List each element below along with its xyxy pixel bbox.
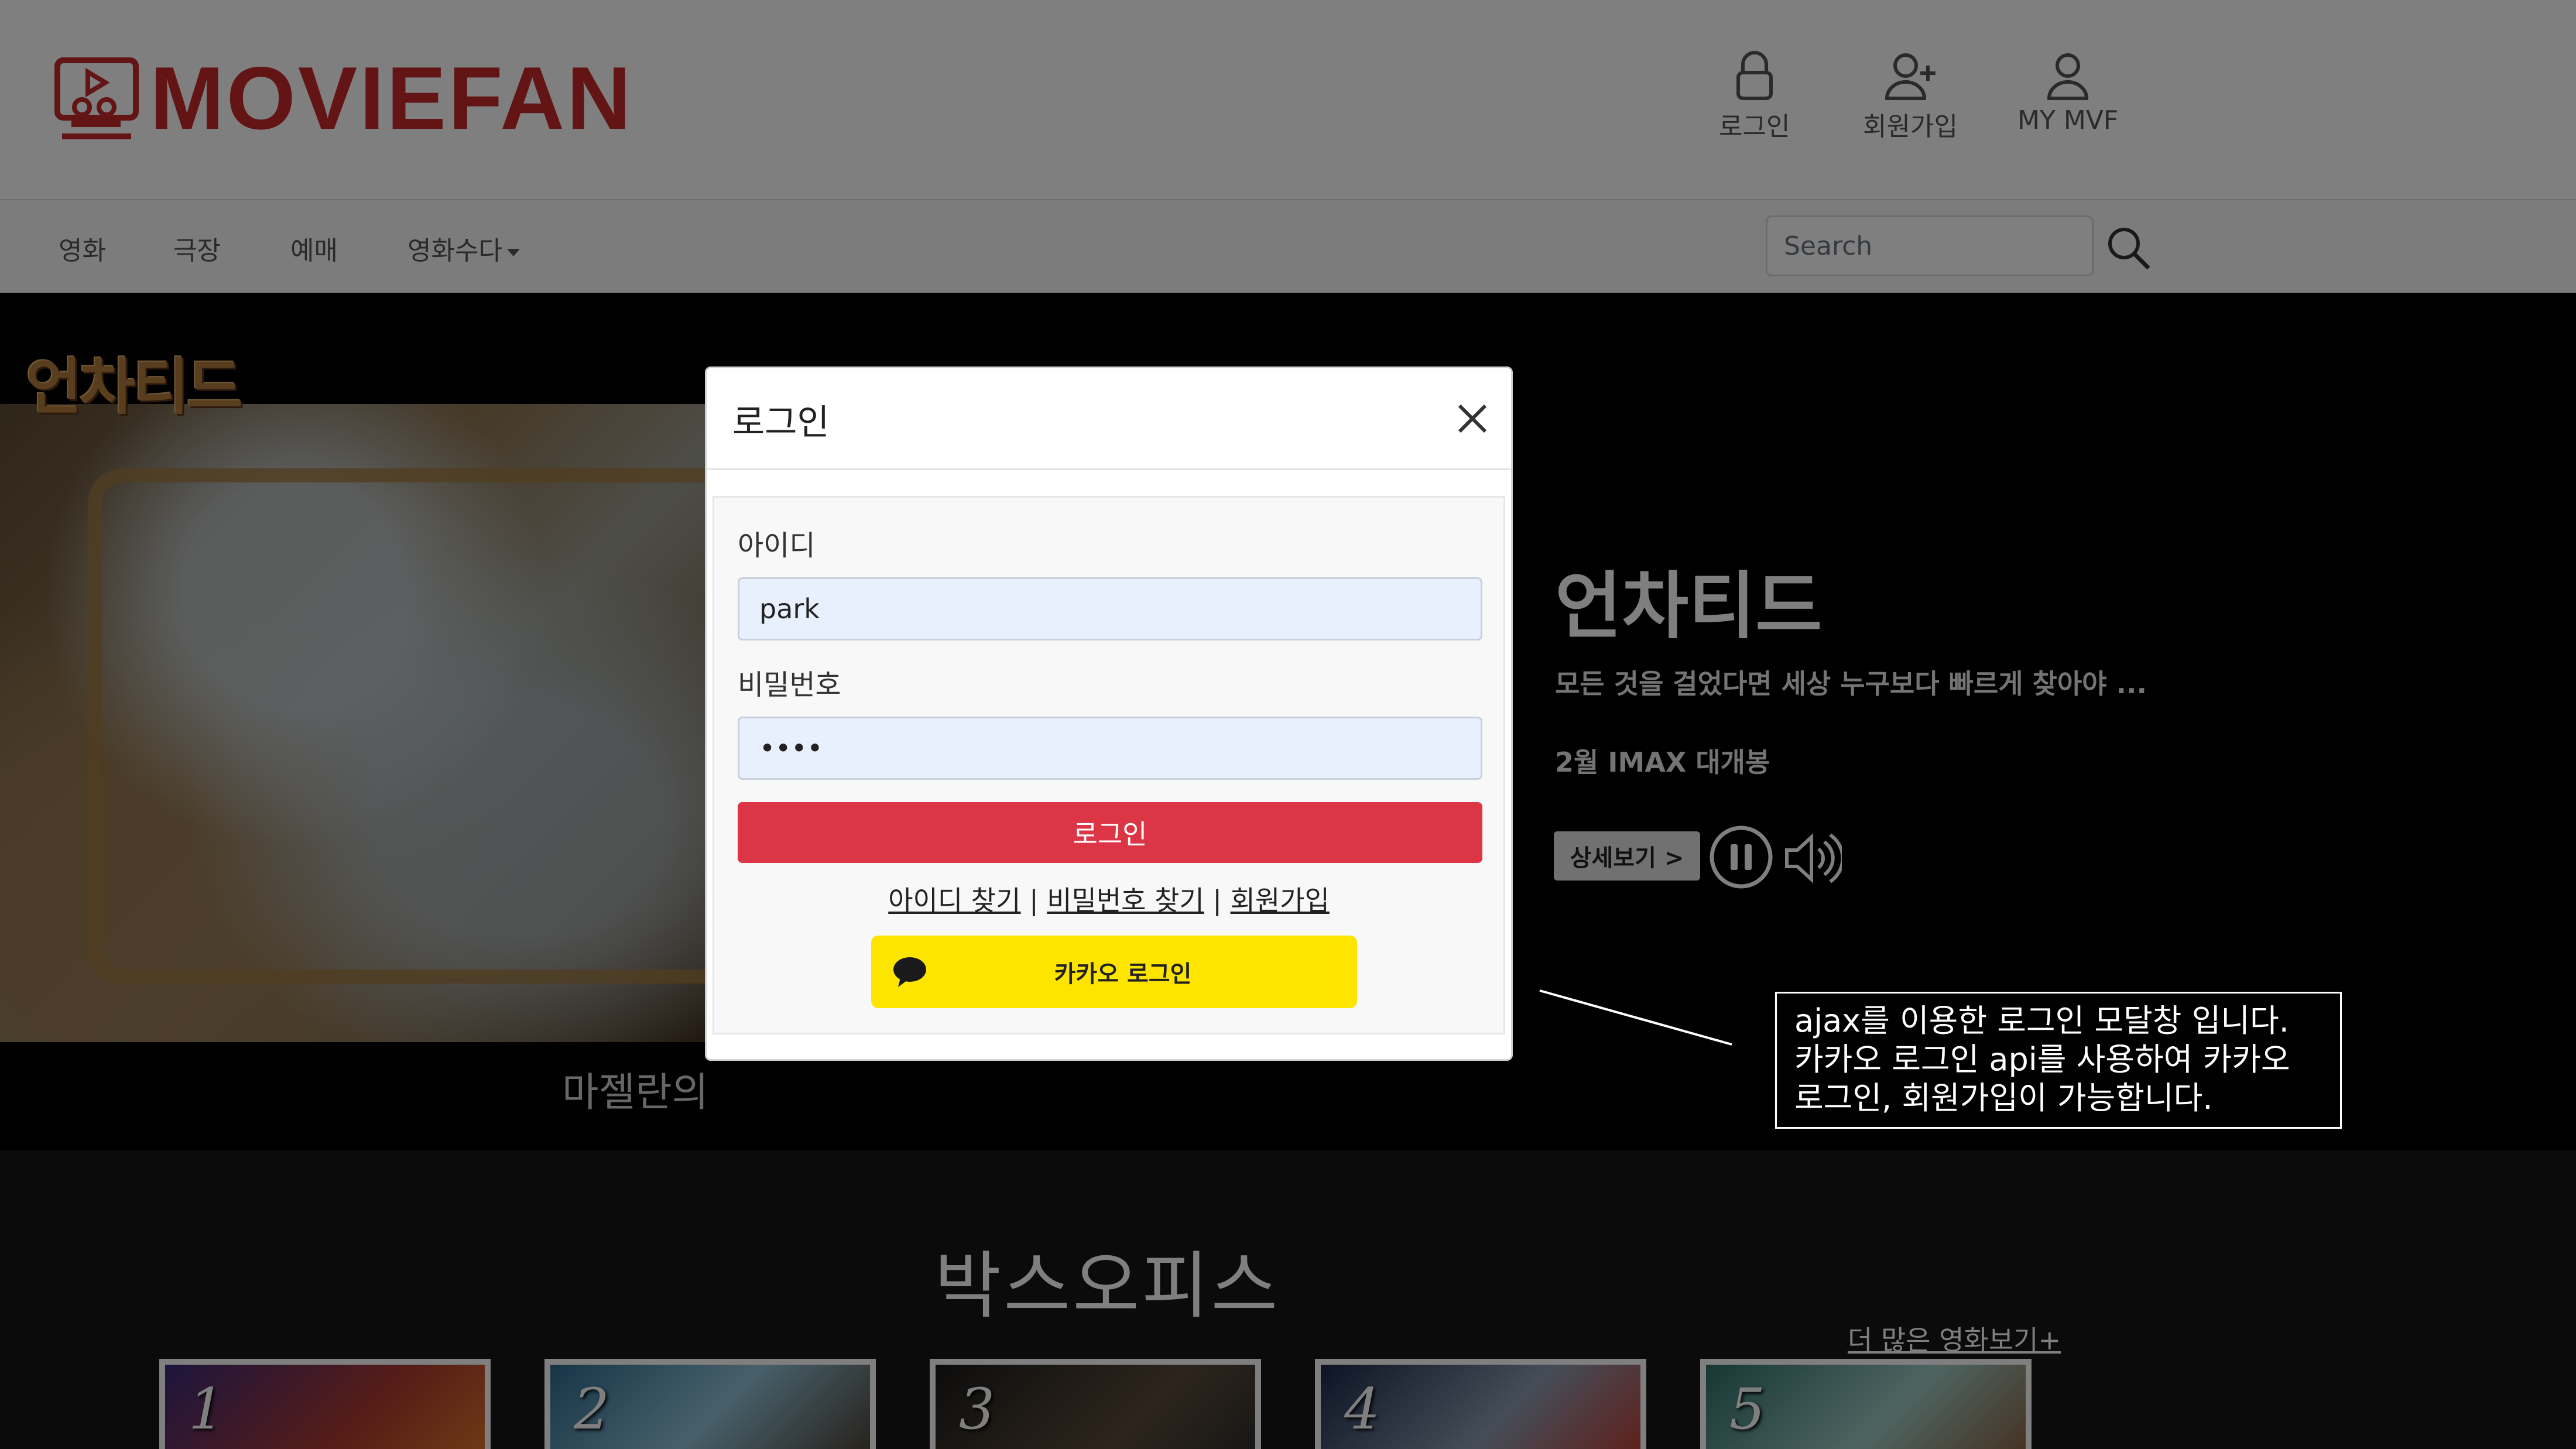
link-separator: |	[1029, 885, 1039, 916]
login-form: 아이디 비밀번호 로그인 아이디 찾기 | 비밀번호 찾기 | 회원가입 카카오…	[712, 496, 1505, 1034]
login-modal: 로그인 아이디 비밀번호 로그인 아이디 찾기 | 비밀번호 찾기 | 회원가입	[705, 366, 1513, 1061]
find-password-link[interactable]: 비밀번호 찾기	[1047, 885, 1204, 916]
account-links: 아이디 찾기 | 비밀번호 찾기 | 회원가입	[714, 879, 1503, 918]
id-label: 아이디	[738, 529, 816, 562]
callout-connector	[1539, 989, 1732, 1046]
annotation-line: 로그인, 회원가입이 가능합니다.	[1794, 1080, 2213, 1116]
kakao-login-label: 카카오 로그인	[1054, 961, 1192, 988]
modal-title: 로그인	[732, 402, 830, 443]
annotation-line: ajax를 이용한 로그인 모달창 입니다.	[1794, 1002, 2289, 1039]
id-input[interactable]	[738, 577, 1482, 640]
signup-link[interactable]: 회원가입	[1231, 885, 1330, 916]
kakao-login-button[interactable]: 카카오 로그인	[871, 936, 1357, 1008]
page: MOVIEFAN 로그인 회원가입 MY MVF	[0, 0, 2576, 1449]
password-input[interactable]	[738, 717, 1482, 780]
modal-header: 로그인	[707, 368, 1511, 470]
link-separator: |	[1212, 885, 1222, 916]
find-id-link[interactable]: 아이디 찾기	[888, 885, 1020, 916]
annotation-callout: ajax를 이용한 로그인 모달창 입니다. 카카오 로그인 api를 사용하여…	[1775, 992, 2342, 1129]
annotation-line: 카카오 로그인 api를 사용하여 카카오	[1794, 1041, 2290, 1078]
password-label: 비밀번호	[738, 669, 841, 701]
close-icon[interactable]	[1454, 400, 1491, 437]
login-submit-button[interactable]: 로그인	[738, 802, 1482, 863]
